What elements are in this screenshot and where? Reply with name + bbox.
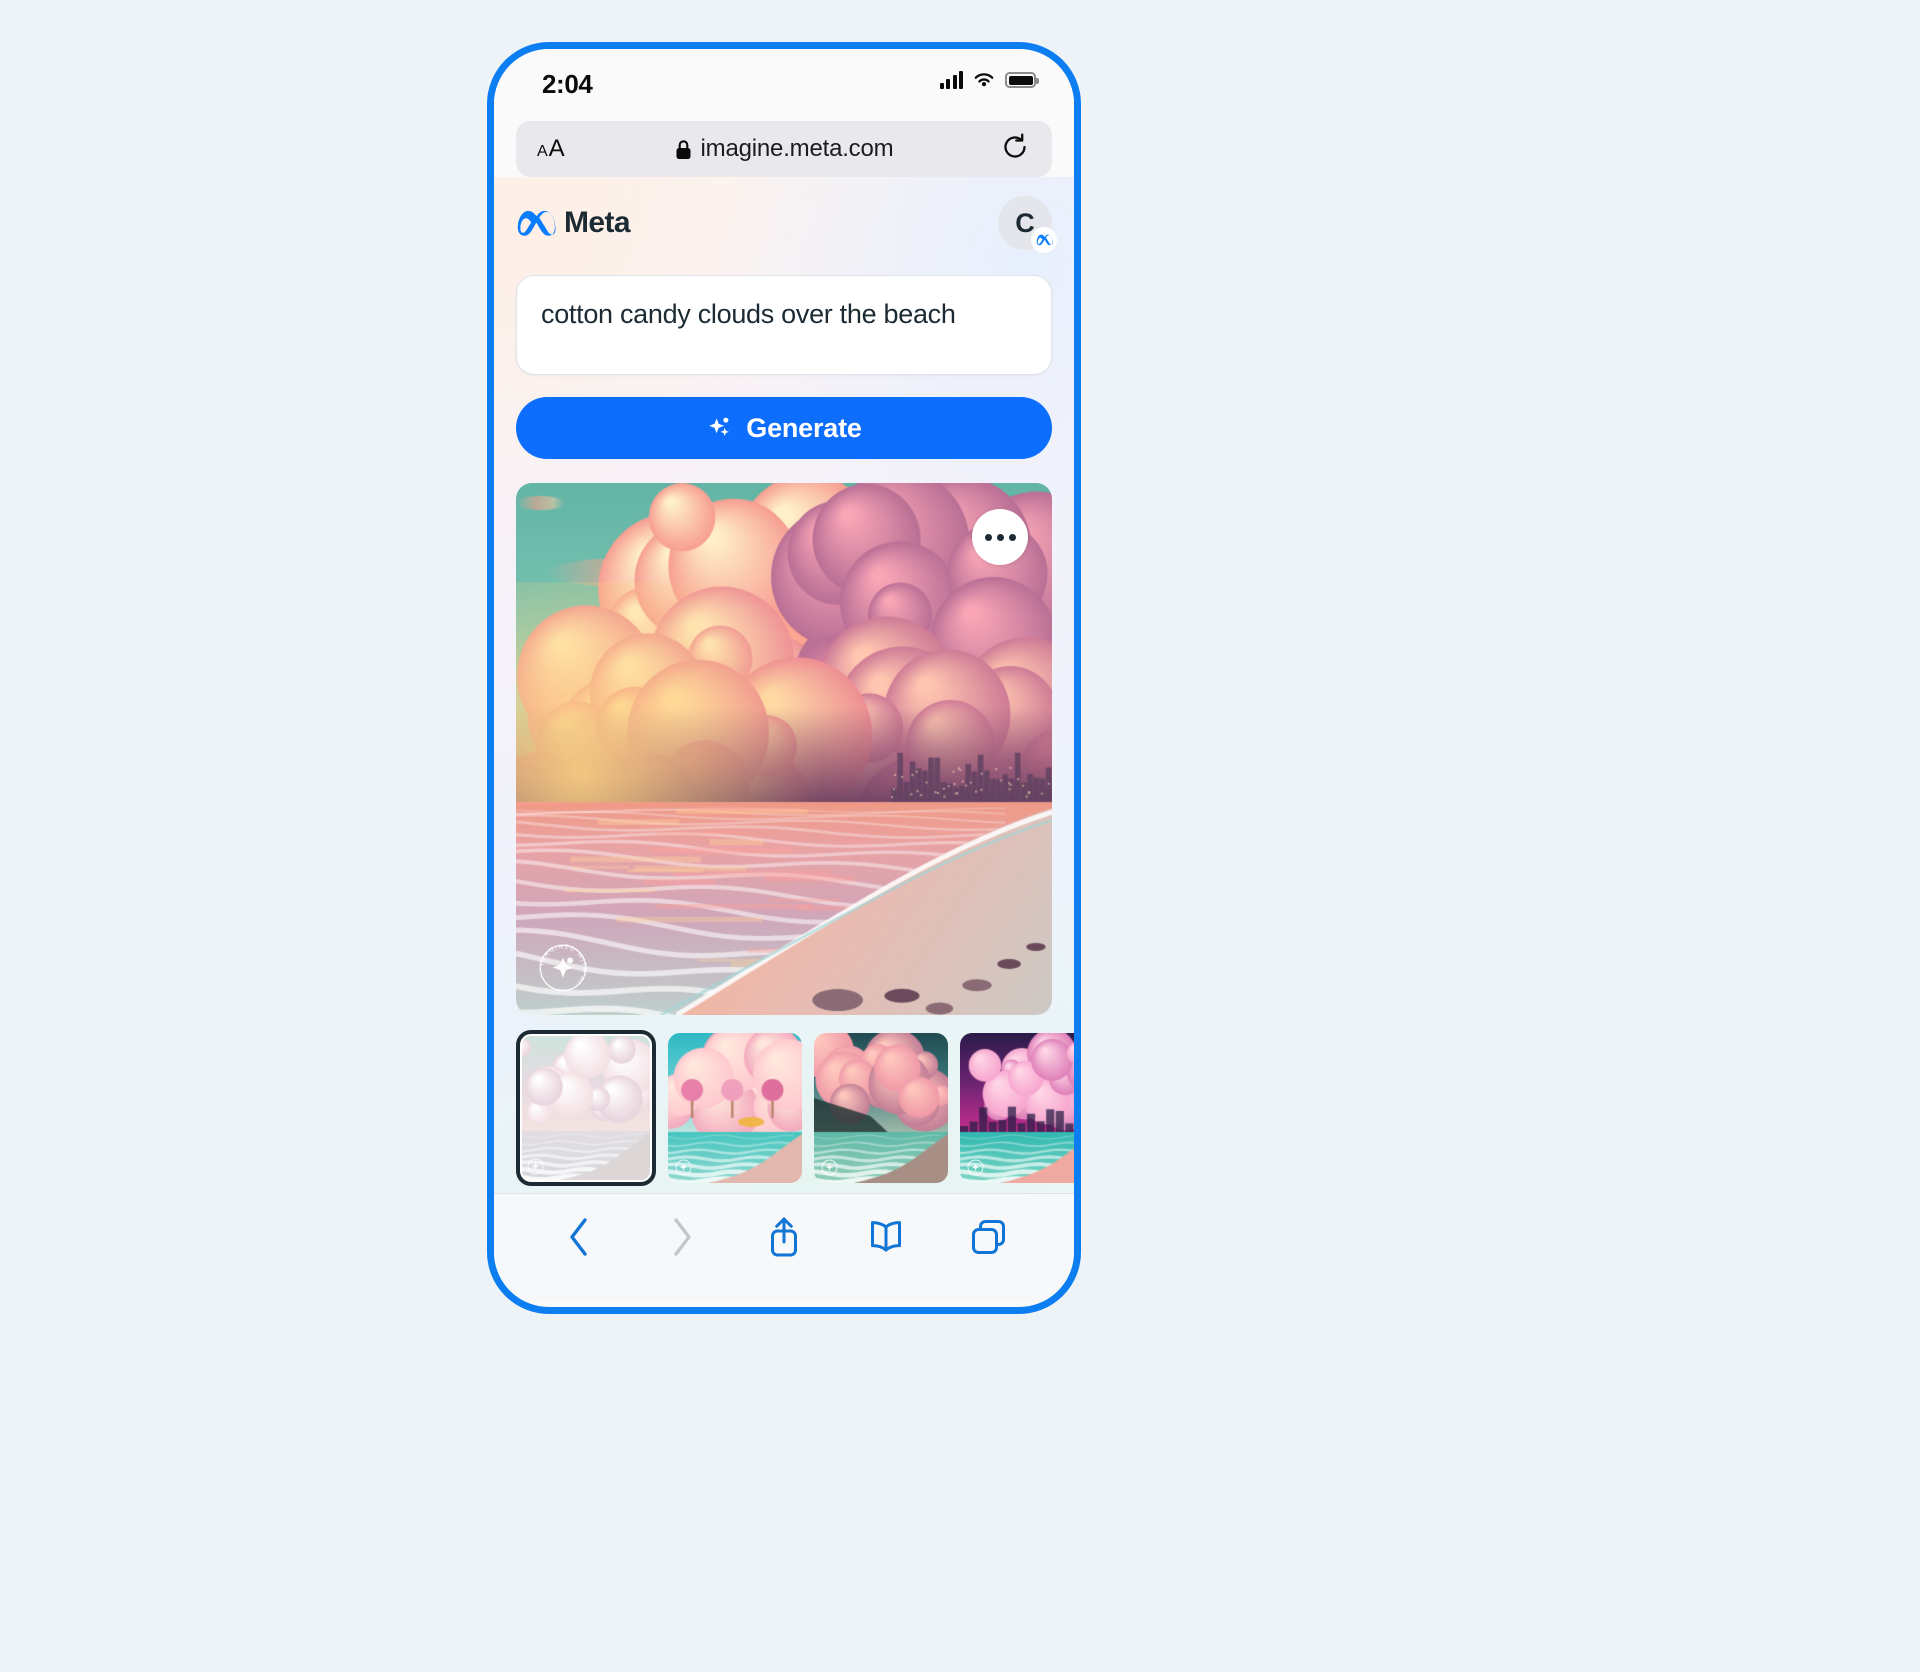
prompt-input-value: cotton candy clouds over the beach: [541, 299, 956, 329]
text-size-button[interactable]: A A: [537, 135, 565, 163]
safari-toolbar: [494, 1193, 1074, 1301]
chevron-right-icon: [673, 1217, 691, 1256]
status-bar: 2:04: [494, 49, 1074, 121]
status-indicators: [939, 71, 1039, 89]
app-header: Meta C: [516, 177, 1057, 269]
watermark-icon: [527, 1158, 544, 1175]
forward-button[interactable]: [649, 1206, 715, 1268]
status-time: 2:04: [542, 69, 593, 99]
reload-button[interactable]: [1000, 132, 1030, 167]
sparkle-icon: [709, 417, 730, 436]
generated-image-canvas: [516, 483, 1052, 1015]
book-icon: [871, 1220, 902, 1251]
meta-brand[interactable]: Meta: [516, 206, 631, 240]
thumbnail-3[interactable]: [960, 1033, 1074, 1183]
bookmarks-button[interactable]: [853, 1206, 919, 1268]
browser-address-bar[interactable]: A A imagine.meta.com: [516, 121, 1052, 177]
tabs-icon: [971, 1219, 1005, 1254]
lock-icon: [676, 139, 691, 159]
tabs-button[interactable]: [956, 1206, 1022, 1268]
watermark-icon: [967, 1159, 984, 1176]
avatar[interactable]: C: [998, 196, 1057, 253]
share-icon: [770, 1217, 797, 1256]
meta-wordmark: Meta: [564, 206, 631, 239]
cellular-signal-icon: [939, 71, 963, 89]
aa-large-letter: A: [548, 135, 565, 162]
chevron-left-icon: [570, 1217, 587, 1256]
url-text: imagine.meta.com: [700, 135, 894, 162]
generate-button[interactable]: Generate: [516, 397, 1052, 459]
url-display: imagine.meta.com: [675, 135, 894, 163]
thumbnail-strip[interactable]: [516, 1030, 1074, 1186]
imagine-app-page: Meta C cotton candy clouds over the beac…: [494, 177, 1074, 1193]
prompt-input[interactable]: cotton candy clouds over the beach: [516, 275, 1052, 375]
share-button[interactable]: [751, 1206, 817, 1268]
thumbnail-0[interactable]: [516, 1030, 656, 1186]
imagined-with-ai-watermark: IMAGINED WITH AI: [539, 943, 586, 992]
wifi-icon: [974, 73, 994, 87]
aa-small-letter: A: [537, 143, 548, 160]
more-options-icon[interactable]: [972, 509, 1028, 565]
watermark-icon: [821, 1159, 838, 1176]
reload-icon: [1004, 132, 1026, 158]
generated-image[interactable]: IMAGINED WITH AI: [516, 483, 1052, 1015]
generate-button-label: Generate: [746, 412, 862, 443]
thumbnail-1[interactable]: [668, 1033, 802, 1183]
phone-frame: 2:04 A A imagine.meta.com Meta C cotton …: [487, 42, 1081, 1314]
back-button[interactable]: [546, 1206, 612, 1268]
thumbnail-2[interactable]: [814, 1033, 948, 1183]
meta-infinity-badge-icon: [1031, 227, 1057, 253]
watermark-icon: [675, 1159, 692, 1176]
battery-icon: [1005, 72, 1039, 88]
meta-infinity-logo-icon: [517, 210, 556, 236]
